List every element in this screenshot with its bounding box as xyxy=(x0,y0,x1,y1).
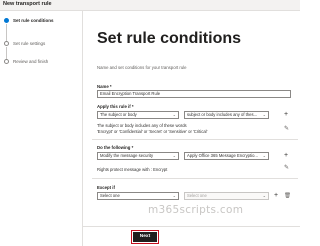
action-select[interactable]: Modify the message security ⌄ xyxy=(97,152,179,160)
apply-condition-value: The subject or body xyxy=(100,112,137,117)
rule-name-input[interactable]: Email Encryption Transport Rule xyxy=(97,90,291,98)
step-active-indicator xyxy=(4,18,9,23)
step-indicator xyxy=(4,59,9,64)
edit-pencil-icon[interactable]: ✎ xyxy=(284,126,289,132)
chevron-down-icon: ⌄ xyxy=(172,112,176,117)
section-divider xyxy=(92,139,298,140)
exception-select[interactable]: Select one ⌄ xyxy=(97,192,179,200)
exception-subselect[interactable]: Select one ⌄ xyxy=(184,192,269,200)
trash-icon[interactable]: 🗑 xyxy=(284,193,291,199)
step-connector xyxy=(6,47,7,59)
apply-summary-line1: The subject or body includes any of thes… xyxy=(97,123,187,128)
chevron-down-icon: ⌄ xyxy=(262,153,266,158)
action-summary: Rights protect message with : Encrypt xyxy=(97,167,168,172)
action-value: Modify the message security xyxy=(100,153,154,158)
wizard-divider xyxy=(82,11,83,246)
footer-divider xyxy=(83,226,300,227)
apply-summary-line2: 'Encrypt' or 'Confidential' or 'Secret' … xyxy=(97,129,208,134)
except-if-label: Except if xyxy=(97,185,115,190)
step-label: Set rule conditions xyxy=(13,18,54,23)
name-label: Name * xyxy=(97,84,112,89)
add-exception-icon[interactable]: + xyxy=(274,192,278,199)
window-title: New transport rule xyxy=(3,1,52,7)
apply-subcondition-select[interactable]: subject or body includes any of thes... … xyxy=(184,111,269,119)
subaction-value: Apply Office 365 Message Encryptio... xyxy=(187,153,258,158)
subaction-select[interactable]: Apply Office 365 Message Encryptio... ⌄ xyxy=(184,152,269,160)
apply-condition-select[interactable]: The subject or body ⌄ xyxy=(97,111,179,119)
page-description: Name and set conditions for your transpo… xyxy=(97,65,187,70)
apply-rule-label: Apply this rule if * xyxy=(97,104,134,109)
chevron-down-icon: ⌄ xyxy=(172,153,176,158)
page-title: Set rule conditions xyxy=(97,30,242,47)
chevron-down-icon: ⌄ xyxy=(262,193,266,198)
rule-name-value: Email Encryption Transport Rule xyxy=(100,91,161,96)
chevron-down-icon: ⌄ xyxy=(172,193,176,198)
step-indicator xyxy=(4,41,9,46)
section-divider xyxy=(92,178,298,179)
step-connector xyxy=(6,24,7,41)
add-action-icon[interactable]: + xyxy=(284,152,288,159)
add-condition-icon[interactable]: + xyxy=(284,111,288,118)
apply-subcondition-value: subject or body includes any of thes... xyxy=(187,112,258,117)
exception-value: Select one xyxy=(100,193,120,198)
exception-subvalue: Select one xyxy=(187,193,207,198)
next-button[interactable]: Next xyxy=(131,230,159,244)
watermark: m365scripts.com xyxy=(148,204,244,216)
step-label: Set rule settings xyxy=(13,41,46,46)
chevron-down-icon: ⌄ xyxy=(262,112,266,117)
edit-pencil-icon[interactable]: ✎ xyxy=(284,165,289,171)
window-titlebar: New transport rule xyxy=(0,0,300,11)
step-label: Review and finish xyxy=(13,59,49,64)
do-following-label: Do the following * xyxy=(97,145,134,150)
